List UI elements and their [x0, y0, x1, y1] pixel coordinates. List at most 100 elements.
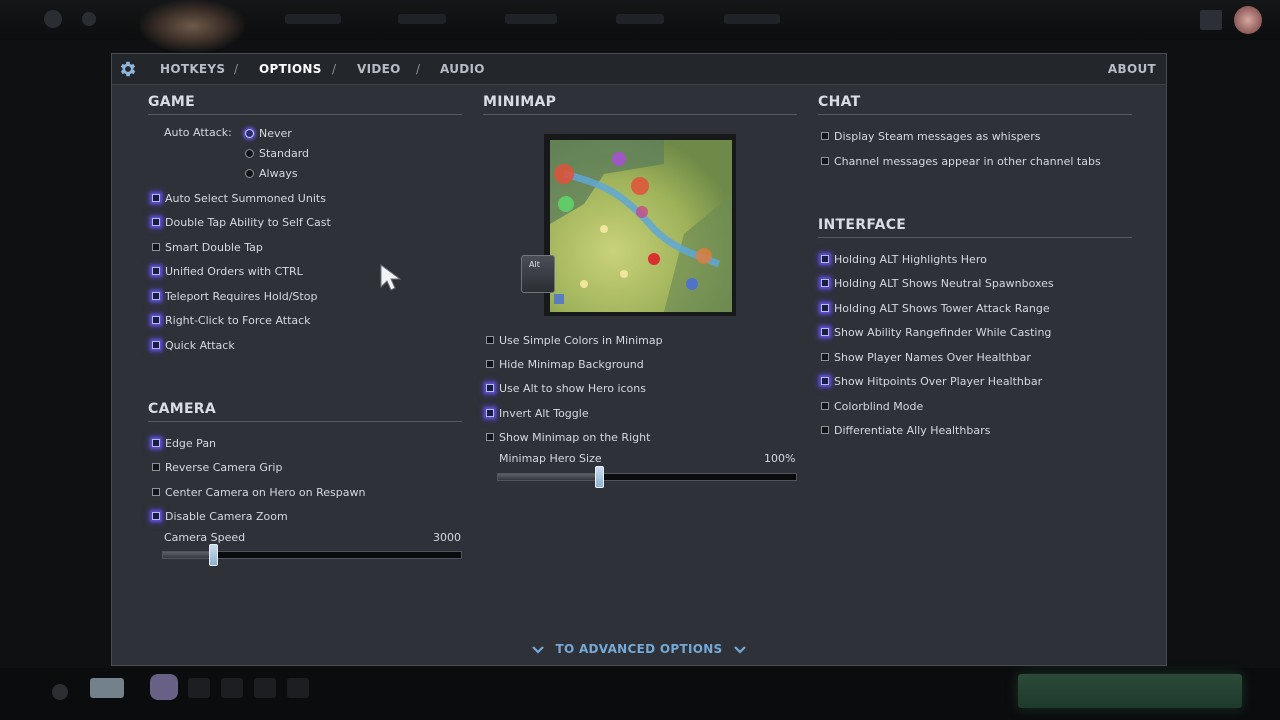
tab-options[interactable]: OPTIONS: [259, 54, 322, 84]
option-hitpoints-healthbar[interactable]: Show Hitpoints Over Player Healthbar: [821, 373, 1042, 389]
option-alt-highlights-hero[interactable]: Holding ALT Highlights Hero: [821, 251, 987, 267]
gear-icon[interactable]: [118, 59, 138, 79]
back-icon[interactable]: [82, 12, 96, 26]
alt-key-label: Alt: [529, 260, 540, 269]
checkbox[interactable]: [152, 316, 160, 324]
options-panel: HOTKEYS / OPTIONS / VIDEO / AUDIO ABOUT …: [111, 53, 1167, 666]
checkbox[interactable]: [821, 328, 829, 336]
checkbox[interactable]: [152, 488, 160, 496]
checkbox[interactable]: [486, 409, 494, 417]
option-double-tap-self-cast[interactable]: Double Tap Ability to Self Cast: [152, 214, 331, 230]
checkbox[interactable]: [821, 157, 829, 165]
checkbox[interactable]: [486, 360, 494, 368]
about-button[interactable]: ABOUT: [1108, 54, 1156, 84]
checkbox[interactable]: [821, 377, 829, 385]
radio-button[interactable]: [245, 128, 254, 138]
radio-button[interactable]: [245, 168, 254, 178]
checkbox[interactable]: [821, 304, 829, 312]
camera-speed-slider[interactable]: [162, 551, 462, 559]
top-nav-item[interactable]: [616, 14, 664, 24]
checkbox[interactable]: [152, 218, 160, 226]
minimap-hero-size-handle[interactable]: [595, 466, 604, 488]
checkbox[interactable]: [486, 384, 494, 392]
checkbox[interactable]: [152, 439, 160, 447]
option-unified-orders[interactable]: Unified Orders with CTRL: [152, 263, 303, 279]
menu-icon[interactable]: [44, 10, 62, 28]
checkbox[interactable]: [152, 194, 160, 202]
option-steam-whispers[interactable]: Display Steam messages as whispers: [821, 128, 1040, 144]
top-nav-item[interactable]: [398, 14, 446, 24]
radio-always[interactable]: Always: [245, 166, 298, 180]
option-label: Differentiate Ally Healthbars: [834, 423, 991, 437]
checkbox[interactable]: [486, 336, 494, 344]
option-channel-messages-tabs[interactable]: Channel messages appear in other channel…: [821, 153, 1101, 169]
tab-audio[interactable]: AUDIO: [440, 54, 485, 84]
checkbox[interactable]: [152, 267, 160, 275]
option-ability-rangefinder[interactable]: Show Ability Rangefinder While Casting: [821, 324, 1051, 340]
option-minimap-on-right[interactable]: Show Minimap on the Right: [486, 429, 650, 445]
option-label: Disable Camera Zoom: [165, 509, 288, 523]
camera-speed-handle[interactable]: [209, 544, 218, 566]
checkbox[interactable]: [152, 243, 160, 251]
camera-speed-value: 3000: [433, 531, 461, 544]
option-alt-tower-range[interactable]: Holding ALT Shows Tower Attack Range: [821, 300, 1050, 316]
minimap-hero-size-label: Minimap Hero Size: [499, 452, 602, 465]
tab-separator: /: [234, 62, 239, 76]
avatar[interactable]: [1234, 6, 1262, 34]
option-differentiate-ally-healthbars[interactable]: Differentiate Ally Healthbars: [821, 422, 990, 438]
checkbox[interactable]: [821, 402, 829, 410]
hero-portrait[interactable]: [140, 0, 244, 52]
option-colorblind-mode[interactable]: Colorblind Mode: [821, 398, 923, 414]
minimap-hero-size-slider[interactable]: [497, 473, 797, 481]
option-player-names-healthbar[interactable]: Show Player Names Over Healthbar: [821, 349, 1031, 365]
checkbox[interactable]: [821, 353, 829, 361]
party-slot[interactable]: [221, 678, 243, 698]
top-nav-item[interactable]: [505, 14, 557, 24]
option-disable-camera-zoom[interactable]: Disable Camera Zoom: [152, 508, 288, 524]
radio-standard[interactable]: Standard: [245, 146, 309, 160]
top-nav-item[interactable]: [724, 14, 780, 24]
option-right-click-force-attack[interactable]: Right-Click to Force Attack: [152, 312, 311, 328]
radio-button[interactable]: [245, 148, 254, 158]
play-button[interactable]: [1018, 674, 1242, 708]
option-reverse-camera-grip[interactable]: Reverse Camera Grip: [152, 459, 282, 475]
checkbox[interactable]: [821, 255, 829, 263]
checkbox[interactable]: [152, 341, 160, 349]
radio-never[interactable]: Never: [245, 126, 292, 140]
option-auto-select-summoned-units[interactable]: Auto Select Summoned Units: [152, 190, 326, 206]
party-slot[interactable]: [90, 678, 124, 698]
checkbox[interactable]: [152, 463, 160, 471]
option-label: Show Player Names Over Healthbar: [834, 350, 1031, 364]
option-label: Right-Click to Force Attack: [165, 313, 311, 327]
friends-icon[interactable]: [1200, 10, 1222, 30]
option-simple-colors-minimap[interactable]: Use Simple Colors in Minimap: [486, 332, 663, 348]
checkbox[interactable]: [821, 132, 829, 140]
option-label: Unified Orders with CTRL: [165, 264, 303, 278]
checkbox[interactable]: [152, 512, 160, 520]
chevron-down-icon: [532, 645, 544, 654]
option-label: Auto Select Summoned Units: [165, 191, 326, 205]
option-hide-minimap-background[interactable]: Hide Minimap Background: [486, 356, 644, 372]
option-alt-neutral-spawnboxes[interactable]: Holding ALT Shows Neutral Spawnboxes: [821, 275, 1054, 291]
party-slot[interactable]: [150, 674, 178, 700]
checkbox[interactable]: [821, 279, 829, 287]
top-nav-item[interactable]: [285, 14, 341, 24]
tab-hotkeys[interactable]: HOTKEYS: [160, 54, 225, 84]
alt-key-hint: Alt: [521, 255, 555, 293]
option-center-camera-respawn[interactable]: Center Camera on Hero on Respawn: [152, 484, 365, 500]
party-slot[interactable]: [188, 678, 210, 698]
checkbox[interactable]: [152, 292, 160, 300]
party-slot[interactable]: [287, 678, 309, 698]
chat-icon[interactable]: [52, 684, 68, 700]
option-smart-double-tap[interactable]: Smart Double Tap: [152, 239, 263, 255]
option-teleport-hold-stop[interactable]: Teleport Requires Hold/Stop: [152, 288, 317, 304]
party-slot[interactable]: [254, 678, 276, 698]
option-invert-alt-toggle[interactable]: Invert Alt Toggle: [486, 405, 589, 421]
option-quick-attack[interactable]: Quick Attack: [152, 337, 235, 353]
option-edge-pan[interactable]: Edge Pan: [152, 435, 216, 451]
checkbox[interactable]: [486, 433, 494, 441]
option-alt-hero-icons[interactable]: Use Alt to show Hero icons: [486, 380, 646, 396]
tab-video[interactable]: VIDEO: [357, 54, 401, 84]
advanced-options-link[interactable]: TO ADVANCED OPTIONS: [112, 642, 1166, 656]
checkbox[interactable]: [821, 426, 829, 434]
